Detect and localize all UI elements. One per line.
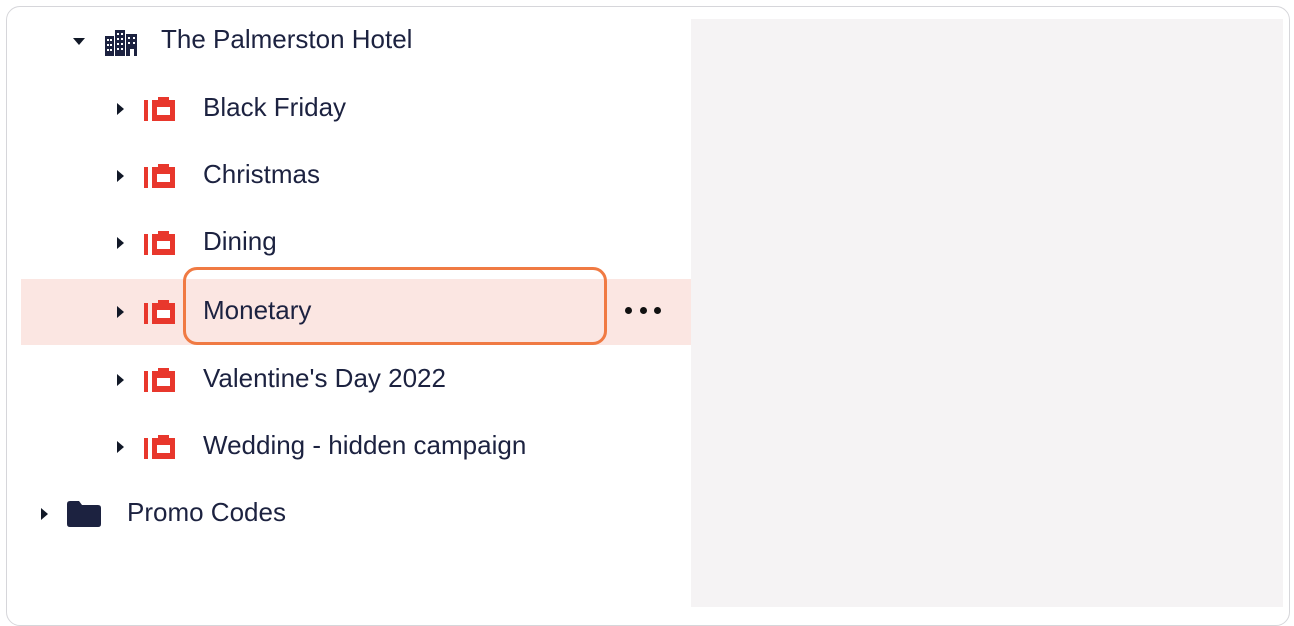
- dot: [654, 306, 661, 314]
- tree-node-label: The Palmerston Hotel: [161, 24, 413, 54]
- campaign-icon: [144, 368, 175, 392]
- expand-caret-icon[interactable]: [117, 374, 124, 386]
- expand-caret-icon[interactable]: [41, 508, 48, 520]
- campaign-icon: [144, 435, 175, 459]
- dot: [639, 306, 647, 314]
- tree-node-campaign[interactable]: Wedding - hidden campaign: [21, 414, 691, 480]
- tree-node-label: Wedding - hidden campaign: [203, 430, 527, 460]
- campaign-icon: [144, 97, 175, 121]
- tree-node-campaign[interactable]: Christmas: [21, 143, 691, 209]
- expand-caret-icon[interactable]: [117, 103, 124, 115]
- tree-node-label: Promo Codes: [127, 497, 286, 527]
- expand-caret-icon[interactable]: [117, 306, 124, 318]
- dot: [625, 306, 632, 314]
- tree-node-campaign-selected[interactable]: Monetary: [21, 267, 691, 345]
- expand-caret-icon[interactable]: [73, 38, 85, 45]
- tree-panel-window: The Palmerston Hotel Black Friday Christ…: [6, 6, 1290, 626]
- tree-node-label: Monetary: [203, 295, 312, 325]
- more-options-icon[interactable]: [625, 303, 661, 317]
- tree-node-campaign[interactable]: Valentine's Day 2022: [21, 347, 691, 413]
- detail-panel: [691, 19, 1283, 607]
- expand-caret-icon[interactable]: [117, 170, 124, 182]
- campaign-icon: [144, 164, 175, 188]
- folder-icon: [67, 501, 101, 527]
- tree-node-hotel[interactable]: The Palmerston Hotel: [21, 8, 691, 74]
- tree-node-label: Christmas: [203, 159, 321, 189]
- tree-node-label: Black Friday: [203, 92, 347, 122]
- tree-node-label: Dining: [203, 226, 277, 256]
- campaign-tree: The Palmerston Hotel Black Friday Christ…: [21, 7, 691, 607]
- hotel-building-icon: [105, 30, 137, 56]
- campaign-icon: [144, 231, 175, 255]
- expand-caret-icon[interactable]: [117, 237, 124, 249]
- tree-node-label: Valentine's Day 2022: [203, 363, 446, 393]
- tree-node-campaign[interactable]: Black Friday: [21, 76, 691, 142]
- expand-caret-icon[interactable]: [117, 441, 124, 453]
- campaign-icon: [144, 300, 175, 324]
- tree-node-promo-codes[interactable]: Promo Codes: [21, 481, 691, 547]
